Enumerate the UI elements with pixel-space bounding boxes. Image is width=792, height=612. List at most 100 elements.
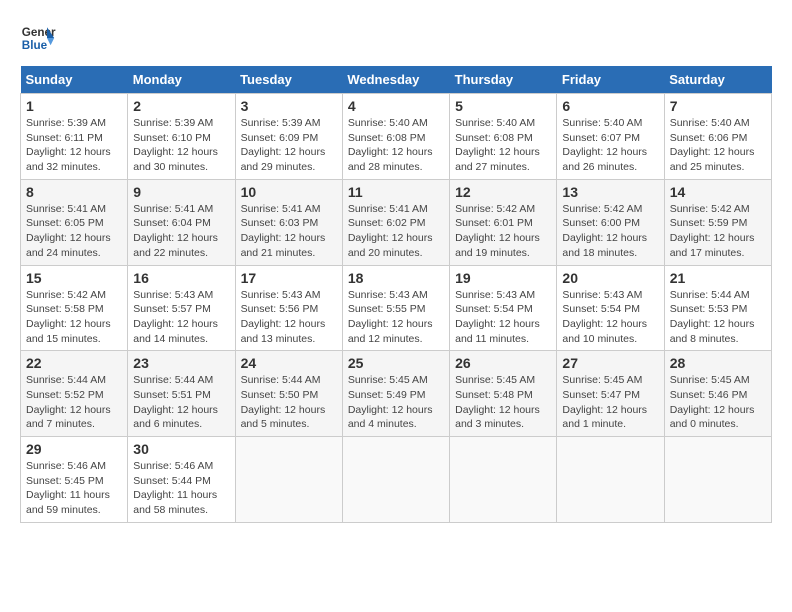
day-number: 1 (26, 98, 122, 114)
day-info: Sunrise: 5:41 AMSunset: 6:03 PMDaylight:… (241, 202, 337, 261)
logo-icon: General Blue (20, 20, 56, 56)
day-cell: 1 Sunrise: 5:39 AMSunset: 6:11 PMDayligh… (21, 94, 128, 180)
day-number: 13 (562, 184, 658, 200)
day-info: Sunrise: 5:45 AMSunset: 5:49 PMDaylight:… (348, 373, 444, 432)
day-number: 10 (241, 184, 337, 200)
day-cell: 14 Sunrise: 5:42 AMSunset: 5:59 PMDaylig… (664, 179, 771, 265)
header-monday: Monday (128, 66, 235, 94)
day-number: 4 (348, 98, 444, 114)
day-info: Sunrise: 5:45 AMSunset: 5:47 PMDaylight:… (562, 373, 658, 432)
day-cell: 16 Sunrise: 5:43 AMSunset: 5:57 PMDaylig… (128, 265, 235, 351)
day-number: 28 (670, 355, 766, 371)
day-cell: 13 Sunrise: 5:42 AMSunset: 6:00 PMDaylig… (557, 179, 664, 265)
day-number: 26 (455, 355, 551, 371)
day-info: Sunrise: 5:43 AMSunset: 5:54 PMDaylight:… (455, 288, 551, 347)
header-sunday: Sunday (21, 66, 128, 94)
day-info: Sunrise: 5:40 AMSunset: 6:06 PMDaylight:… (670, 116, 766, 175)
header-friday: Friday (557, 66, 664, 94)
header-thursday: Thursday (450, 66, 557, 94)
day-info: Sunrise: 5:44 AMSunset: 5:50 PMDaylight:… (241, 373, 337, 432)
day-number: 6 (562, 98, 658, 114)
day-info: Sunrise: 5:44 AMSunset: 5:51 PMDaylight:… (133, 373, 229, 432)
day-cell: 23 Sunrise: 5:44 AMSunset: 5:51 PMDaylig… (128, 351, 235, 437)
day-cell: 4 Sunrise: 5:40 AMSunset: 6:08 PMDayligh… (342, 94, 449, 180)
day-info: Sunrise: 5:40 AMSunset: 6:08 PMDaylight:… (348, 116, 444, 175)
day-cell (450, 437, 557, 523)
day-cell: 27 Sunrise: 5:45 AMSunset: 5:47 PMDaylig… (557, 351, 664, 437)
calendar-table: SundayMondayTuesdayWednesdayThursdayFrid… (20, 66, 772, 523)
day-cell: 20 Sunrise: 5:43 AMSunset: 5:54 PMDaylig… (557, 265, 664, 351)
day-number: 16 (133, 270, 229, 286)
day-cell: 19 Sunrise: 5:43 AMSunset: 5:54 PMDaylig… (450, 265, 557, 351)
day-cell (664, 437, 771, 523)
day-number: 5 (455, 98, 551, 114)
day-info: Sunrise: 5:45 AMSunset: 5:48 PMDaylight:… (455, 373, 551, 432)
day-number: 17 (241, 270, 337, 286)
day-cell: 24 Sunrise: 5:44 AMSunset: 5:50 PMDaylig… (235, 351, 342, 437)
day-number: 12 (455, 184, 551, 200)
day-number: 24 (241, 355, 337, 371)
day-info: Sunrise: 5:43 AMSunset: 5:56 PMDaylight:… (241, 288, 337, 347)
day-cell (342, 437, 449, 523)
day-cell: 9 Sunrise: 5:41 AMSunset: 6:04 PMDayligh… (128, 179, 235, 265)
day-cell (235, 437, 342, 523)
day-info: Sunrise: 5:46 AMSunset: 5:44 PMDaylight:… (133, 459, 229, 518)
day-number: 9 (133, 184, 229, 200)
day-cell: 26 Sunrise: 5:45 AMSunset: 5:48 PMDaylig… (450, 351, 557, 437)
day-info: Sunrise: 5:40 AMSunset: 6:08 PMDaylight:… (455, 116, 551, 175)
week-row-1: 1 Sunrise: 5:39 AMSunset: 6:11 PMDayligh… (21, 94, 772, 180)
week-row-3: 15 Sunrise: 5:42 AMSunset: 5:58 PMDaylig… (21, 265, 772, 351)
header-saturday: Saturday (664, 66, 771, 94)
day-cell: 30 Sunrise: 5:46 AMSunset: 5:44 PMDaylig… (128, 437, 235, 523)
logo: General Blue (20, 20, 56, 56)
week-row-4: 22 Sunrise: 5:44 AMSunset: 5:52 PMDaylig… (21, 351, 772, 437)
day-cell: 25 Sunrise: 5:45 AMSunset: 5:49 PMDaylig… (342, 351, 449, 437)
day-cell: 17 Sunrise: 5:43 AMSunset: 5:56 PMDaylig… (235, 265, 342, 351)
day-number: 11 (348, 184, 444, 200)
day-cell: 29 Sunrise: 5:46 AMSunset: 5:45 PMDaylig… (21, 437, 128, 523)
day-cell (557, 437, 664, 523)
week-row-2: 8 Sunrise: 5:41 AMSunset: 6:05 PMDayligh… (21, 179, 772, 265)
week-row-5: 29 Sunrise: 5:46 AMSunset: 5:45 PMDaylig… (21, 437, 772, 523)
day-number: 8 (26, 184, 122, 200)
day-info: Sunrise: 5:44 AMSunset: 5:52 PMDaylight:… (26, 373, 122, 432)
day-number: 7 (670, 98, 766, 114)
day-cell: 15 Sunrise: 5:42 AMSunset: 5:58 PMDaylig… (21, 265, 128, 351)
day-info: Sunrise: 5:39 AMSunset: 6:10 PMDaylight:… (133, 116, 229, 175)
day-number: 15 (26, 270, 122, 286)
day-cell: 2 Sunrise: 5:39 AMSunset: 6:10 PMDayligh… (128, 94, 235, 180)
day-cell: 8 Sunrise: 5:41 AMSunset: 6:05 PMDayligh… (21, 179, 128, 265)
day-info: Sunrise: 5:42 AMSunset: 6:00 PMDaylight:… (562, 202, 658, 261)
day-number: 27 (562, 355, 658, 371)
calendar-header-row: SundayMondayTuesdayWednesdayThursdayFrid… (21, 66, 772, 94)
day-cell: 3 Sunrise: 5:39 AMSunset: 6:09 PMDayligh… (235, 94, 342, 180)
day-number: 19 (455, 270, 551, 286)
day-info: Sunrise: 5:45 AMSunset: 5:46 PMDaylight:… (670, 373, 766, 432)
day-info: Sunrise: 5:40 AMSunset: 6:07 PMDaylight:… (562, 116, 658, 175)
day-cell: 10 Sunrise: 5:41 AMSunset: 6:03 PMDaylig… (235, 179, 342, 265)
day-info: Sunrise: 5:46 AMSunset: 5:45 PMDaylight:… (26, 459, 122, 518)
svg-text:Blue: Blue (22, 39, 48, 52)
day-cell: 28 Sunrise: 5:45 AMSunset: 5:46 PMDaylig… (664, 351, 771, 437)
day-info: Sunrise: 5:42 AMSunset: 5:58 PMDaylight:… (26, 288, 122, 347)
day-number: 22 (26, 355, 122, 371)
day-info: Sunrise: 5:39 AMSunset: 6:09 PMDaylight:… (241, 116, 337, 175)
day-info: Sunrise: 5:42 AMSunset: 6:01 PMDaylight:… (455, 202, 551, 261)
day-number: 23 (133, 355, 229, 371)
day-cell: 5 Sunrise: 5:40 AMSunset: 6:08 PMDayligh… (450, 94, 557, 180)
day-cell: 21 Sunrise: 5:44 AMSunset: 5:53 PMDaylig… (664, 265, 771, 351)
day-number: 21 (670, 270, 766, 286)
day-info: Sunrise: 5:44 AMSunset: 5:53 PMDaylight:… (670, 288, 766, 347)
day-info: Sunrise: 5:42 AMSunset: 5:59 PMDaylight:… (670, 202, 766, 261)
day-number: 2 (133, 98, 229, 114)
day-info: Sunrise: 5:43 AMSunset: 5:57 PMDaylight:… (133, 288, 229, 347)
day-info: Sunrise: 5:43 AMSunset: 5:55 PMDaylight:… (348, 288, 444, 347)
day-number: 25 (348, 355, 444, 371)
header-wednesday: Wednesday (342, 66, 449, 94)
day-number: 29 (26, 441, 122, 457)
day-cell: 12 Sunrise: 5:42 AMSunset: 6:01 PMDaylig… (450, 179, 557, 265)
day-cell: 22 Sunrise: 5:44 AMSunset: 5:52 PMDaylig… (21, 351, 128, 437)
header-tuesday: Tuesday (235, 66, 342, 94)
day-info: Sunrise: 5:41 AMSunset: 6:02 PMDaylight:… (348, 202, 444, 261)
day-number: 20 (562, 270, 658, 286)
